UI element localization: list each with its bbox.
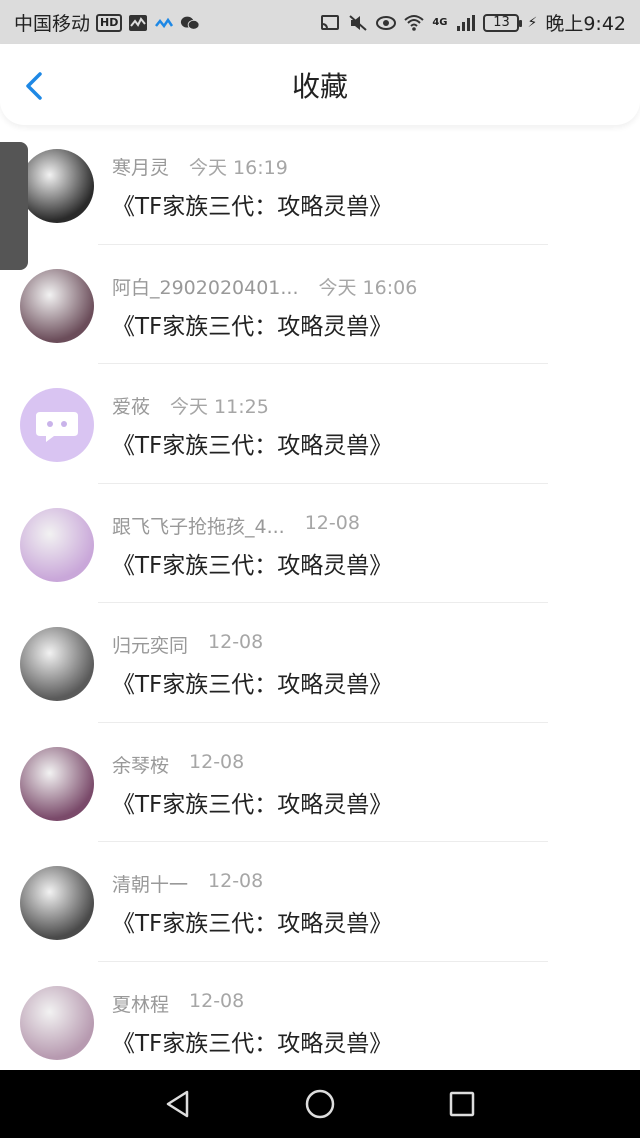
username[interactable]: 夏林程 [112, 990, 169, 1017]
charging-icon: ⚡ [527, 14, 538, 31]
circle-home-icon [305, 1089, 335, 1119]
timestamp: 12-08 [208, 870, 264, 892]
favorite-title[interactable]: 《TF家族三代：攻略灵兽》 [112, 785, 392, 819]
timestamp: 今天 11:25 [170, 396, 269, 418]
item-meta: 归元奕同 12-08 [112, 631, 263, 658]
timestamp: 12-08 [208, 631, 264, 653]
cast-icon [321, 14, 340, 30]
avatar[interactable] [20, 507, 94, 582]
avatar[interactable] [20, 866, 94, 940]
triangle-back-icon [166, 1090, 189, 1118]
navigation-bar [0, 1070, 640, 1138]
avatar[interactable] [20, 268, 94, 343]
list-item[interactable]: 爱莜 今天 11:25 《TF家族三代：攻略灵兽》 [0, 364, 640, 484]
wechat-icon [181, 16, 200, 30]
chevron-left-icon [26, 72, 42, 100]
list-item[interactable]: 归元奕同 12-08 《TF家族三代：攻略灵兽》 [0, 603, 640, 723]
item-meta: 清朝十一 12-08 [112, 870, 263, 897]
cloud-icon [155, 17, 174, 28]
avatar[interactable] [20, 388, 94, 462]
avatar[interactable] [20, 149, 94, 223]
item-meta: 余琴桉 12-08 [112, 751, 244, 778]
page-title: 收藏 [291, 69, 348, 103]
side-drawer-handle[interactable] [0, 142, 28, 270]
favorites-list: 寒月灵 今天 16:19 《TF家族三代：攻略灵兽》 阿白_2902020401...… [0, 125, 640, 1081]
username[interactable]: 归元奕同 [112, 631, 188, 658]
username[interactable]: 清朝十一 [112, 870, 188, 897]
header: 收藏 [0, 44, 640, 125]
list-item[interactable]: 寒月灵 今天 16:19 《TF家族三代：攻略灵兽》 [0, 125, 640, 245]
avatar[interactable] [20, 985, 94, 1060]
item-meta: 阿白_2902020401... 今天 16:06 [112, 273, 417, 300]
timestamp: 今天 16:19 [189, 157, 288, 179]
status-time: 晚上9:42 [545, 13, 626, 35]
timestamp: 今天 16:06 [318, 276, 418, 299]
carrier-name: 中国移动 [14, 13, 91, 35]
username[interactable]: 余琴桉 [112, 751, 169, 778]
favorite-title[interactable]: 《TF家族三代：攻略灵兽》 [112, 546, 392, 580]
home-nav-button[interactable] [302, 1086, 338, 1122]
list-item[interactable]: 余琴桉 12-08 《TF家族三代：攻略灵兽》 [0, 723, 640, 842]
favorite-title[interactable]: 《TF家族三代：攻略灵兽》 [112, 1024, 392, 1058]
avatar[interactable] [20, 627, 94, 701]
recents-nav-button[interactable] [444, 1086, 480, 1122]
battery-icon: 13 [483, 13, 523, 32]
back-button[interactable] [14, 66, 54, 106]
mute-icon [349, 14, 367, 31]
chat-bubble-icon [36, 412, 78, 442]
wifi-icon [404, 14, 424, 31]
item-meta: 夏林程 12-08 [112, 990, 244, 1017]
activity-icon [129, 14, 148, 31]
list-item[interactable]: 跟飞飞子抢拖孩_4... 12-08 《TF家族三代：攻略灵兽》 [0, 484, 640, 603]
timestamp: 12-08 [189, 750, 245, 773]
signal-icon [457, 14, 476, 31]
favorite-title[interactable]: 《TF家族三代：攻略灵兽》 [112, 187, 392, 221]
username[interactable]: 阿白_2902020401... [112, 273, 299, 300]
back-nav-button[interactable] [160, 1086, 196, 1122]
item-meta: 爱莜 今天 11:25 [112, 392, 269, 419]
battery-level: 13 [493, 15, 510, 30]
status-right: 4G 13 ⚡ 晚上9:42 [320, 9, 626, 36]
username[interactable]: 爱莜 [112, 392, 150, 419]
timestamp: 12-08 [189, 989, 245, 1012]
username[interactable]: 寒月灵 [112, 153, 169, 180]
eye-icon [376, 15, 397, 30]
hd-badge: HD [96, 13, 123, 32]
timestamp: 12-08 [304, 511, 360, 534]
network-type: 4G [432, 17, 448, 28]
list-item[interactable]: 夏林程 12-08 《TF家族三代：攻略灵兽》 [0, 962, 640, 1081]
status-left: 中国移动 HD [14, 9, 200, 36]
list-item[interactable]: 清朝十一 12-08 《TF家族三代：攻略灵兽》 [0, 842, 640, 962]
favorite-title[interactable]: 《TF家族三代：攻略灵兽》 [112, 904, 392, 938]
favorite-title[interactable]: 《TF家族三代：攻略灵兽》 [112, 307, 392, 341]
favorite-title[interactable]: 《TF家族三代：攻略灵兽》 [112, 426, 392, 460]
square-recents-icon [449, 1091, 475, 1117]
username[interactable]: 跟飞飞子抢拖孩_4... [112, 512, 285, 539]
status-bar: 中国移动 HD 4G 13 ⚡ 晚上9:42 [0, 0, 640, 44]
favorite-title[interactable]: 《TF家族三代：攻略灵兽》 [112, 665, 392, 699]
avatar[interactable] [20, 746, 94, 821]
item-meta: 跟飞飞子抢拖孩_4... 12-08 [112, 512, 360, 539]
list-item[interactable]: 阿白_2902020401... 今天 16:06 《TF家族三代：攻略灵兽》 [0, 245, 640, 364]
item-meta: 寒月灵 今天 16:19 [112, 153, 288, 180]
